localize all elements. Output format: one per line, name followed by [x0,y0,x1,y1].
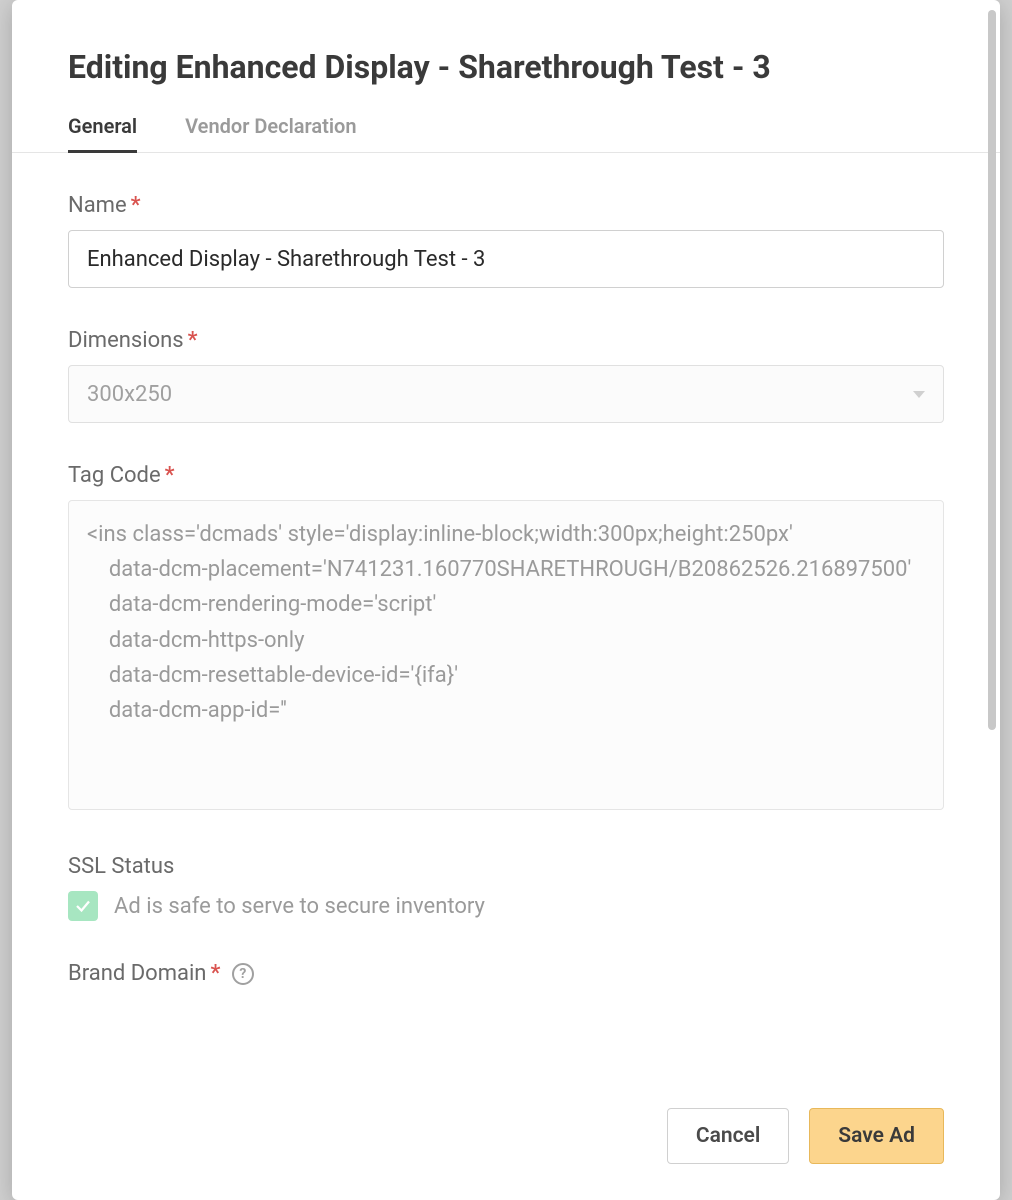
tagcode-required-marker: * [165,463,175,488]
chevron-down-icon [913,391,925,398]
tagcode-label: Tag Code* [68,463,944,488]
tab-general[interactable]: General [68,114,137,152]
tagcode-field-group: Tag Code* <ins class='dcmads' style='dis… [68,463,944,814]
name-required-marker: * [131,193,141,218]
ssl-checkbox[interactable] [68,891,98,921]
tabs-container: General Vendor Declaration [12,114,1000,153]
dimensions-value: 300x250 [87,382,172,407]
name-label: Name* [68,193,944,218]
dimensions-label: Dimensions* [68,328,944,353]
cancel-button[interactable]: Cancel [667,1108,789,1164]
tagcode-textarea[interactable]: <ins class='dcmads' style='display:inlin… [68,500,944,810]
edit-ad-modal: Editing Enhanced Display - Sharethrough … [12,0,1000,1200]
modal-scrollbar[interactable] [988,10,996,730]
modal-header: Editing Enhanced Display - Sharethrough … [12,0,1000,153]
ssl-status-text: Ad is safe to serve to secure inventory [114,894,485,919]
name-label-text: Name [68,193,127,218]
brand-domain-group: Brand Domain* ? [68,961,944,986]
help-icon[interactable]: ? [232,963,254,985]
brand-domain-required-marker: * [210,961,220,986]
check-icon [74,897,92,915]
dimensions-required-marker: * [188,328,198,353]
brand-domain-label-text: Brand Domain [68,961,206,986]
ssl-status-group: SSL Status Ad is safe to serve to secure… [68,854,944,921]
ssl-status-label: SSL Status [68,854,944,879]
ssl-status-row: Ad is safe to serve to secure inventory [68,891,944,921]
brand-domain-label: Brand Domain* ? [68,961,944,986]
save-ad-button[interactable]: Save Ad [809,1108,944,1164]
dimensions-field-group: Dimensions* 300x250 [68,328,944,423]
dimensions-select[interactable]: 300x250 [68,365,944,423]
modal-title: Editing Enhanced Display - Sharethrough … [68,48,944,86]
dimensions-label-text: Dimensions [68,328,184,353]
modal-body: Name* Dimensions* 300x250 Tag Code* <ins… [12,153,1000,1079]
name-field-group: Name* [68,193,944,288]
name-input[interactable] [68,230,944,288]
tagcode-label-text: Tag Code [68,463,161,488]
modal-footer: Cancel Save Ad [12,1079,1000,1200]
tab-vendor-declaration[interactable]: Vendor Declaration [185,114,356,152]
